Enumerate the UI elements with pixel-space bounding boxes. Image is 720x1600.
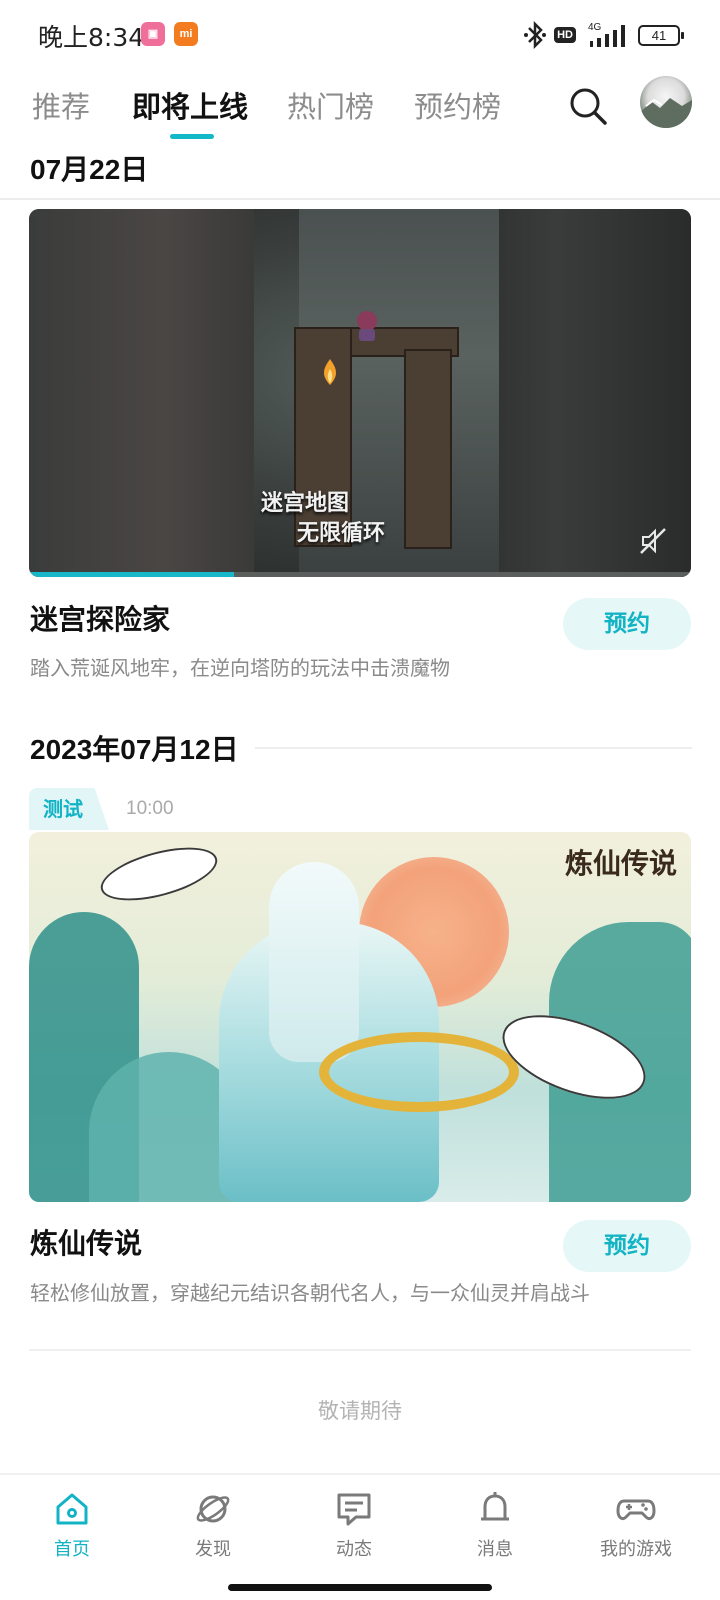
- nav-messages[interactable]: 消息: [445, 1489, 545, 1561]
- status-time: 晚上8:34: [38, 23, 145, 52]
- game-title[interactable]: 炼仙传说: [30, 1222, 142, 1262]
- nav-label: 首页: [54, 1539, 90, 1560]
- video-caption-line-1: 迷宫地图: [261, 490, 350, 516]
- game-description: 轻松修仙放置，穿越纪元结识各朝代名人，与一众仙灵并肩战斗: [30, 1281, 590, 1305]
- nav-label: 动态: [336, 1539, 372, 1560]
- active-tab-indicator: [170, 134, 214, 139]
- bluetooth-icon: [524, 21, 547, 49]
- list-end-text: 敬请期待: [318, 1399, 402, 1423]
- date-group-header: 2023年07月12日: [30, 728, 692, 768]
- user-avatar[interactable]: [640, 76, 692, 128]
- bilibili-icon: ▣: [141, 22, 165, 46]
- divider: [0, 198, 720, 200]
- reserve-button[interactable]: 预约: [563, 598, 691, 650]
- nav-discover[interactable]: 发现: [163, 1489, 263, 1561]
- battery-icon: 41: [638, 24, 684, 46]
- video-progress-track[interactable]: [29, 572, 691, 577]
- bottom-navigation-bar: 首页 发现 动态 消息 我的游戏: [0, 1473, 720, 1573]
- crane-illustration: [95, 837, 223, 911]
- nav-feed[interactable]: 动态: [304, 1489, 404, 1561]
- signal-icon: 4G: [588, 22, 625, 47]
- hero-character-sprite: [357, 311, 377, 341]
- network-type: 4G: [588, 22, 602, 33]
- top-tab-bar: 推荐 即将上线 热门榜 预约榜: [0, 70, 720, 142]
- status-bar: 晚上8:34 ▣ mi HD 4G 41: [0, 0, 720, 70]
- maze-wall: [404, 349, 452, 549]
- launch-time: 10:00: [126, 798, 174, 819]
- tab-coming-soon[interactable]: 即将上线: [132, 84, 248, 126]
- game-video-player[interactable]: 迷宫地图 无限循环: [29, 209, 691, 577]
- mi-icon: mi: [174, 22, 198, 46]
- nav-home[interactable]: 首页: [22, 1489, 122, 1561]
- nav-label: 发现: [195, 1539, 231, 1560]
- tab-reservation-chart[interactable]: 预约榜: [414, 84, 501, 126]
- search-icon[interactable]: [566, 84, 610, 128]
- video-caption-line-2: 无限循环: [297, 520, 386, 546]
- feed-chat-icon: [337, 1493, 371, 1526]
- divider: [29, 1349, 691, 1351]
- game-logo-art: 炼仙传说: [564, 847, 677, 880]
- gamepad-icon: [616, 1499, 656, 1521]
- home-icon: [56, 1493, 88, 1525]
- home-indicator-bar[interactable]: [228, 1584, 492, 1591]
- game-banner-image[interactable]: 炼仙传说: [29, 832, 691, 1202]
- bell-icon: [481, 1492, 509, 1521]
- campfire-sprite: [323, 359, 337, 385]
- video-progress-fill: [29, 572, 235, 577]
- discover-planet-icon: [196, 1495, 230, 1523]
- test-tag-badge: 测试: [29, 788, 109, 830]
- nav-label: 消息: [477, 1539, 513, 1560]
- game-description: 踏入荒诞风地牢，在逆向塔防的玩法中击溃魔物: [30, 656, 450, 680]
- section-date: 07月22日: [30, 154, 149, 185]
- tab-recommend[interactable]: 推荐: [32, 84, 90, 126]
- tab-hot-chart[interactable]: 热门榜: [287, 84, 374, 126]
- nav-my-games[interactable]: 我的游戏: [586, 1489, 686, 1561]
- reserve-button[interactable]: 预约: [563, 1220, 691, 1272]
- section-date: 2023年07月12日: [30, 734, 239, 765]
- hd-badge: HD: [554, 27, 576, 43]
- avatar-landscape-image: [640, 98, 692, 128]
- nav-label: 我的游戏: [600, 1539, 672, 1560]
- mute-icon[interactable]: [637, 525, 669, 557]
- game-title[interactable]: 迷宫探险家: [30, 598, 170, 638]
- golden-ring-artifact: [319, 1032, 519, 1112]
- divider: [254, 747, 692, 749]
